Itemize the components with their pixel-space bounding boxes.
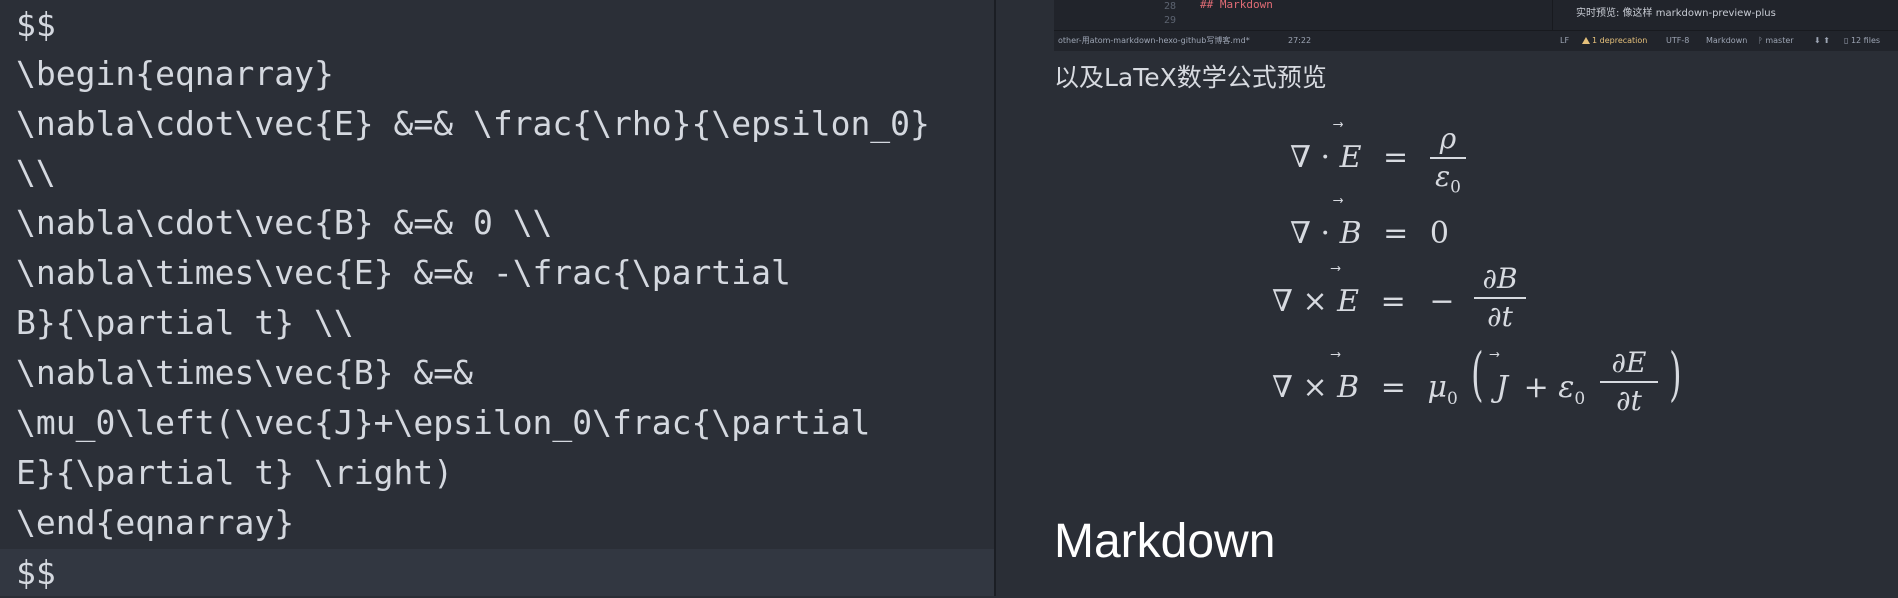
warning-icon xyxy=(1582,37,1590,44)
file-icon: ▯ xyxy=(1844,36,1851,45)
markdown-section-heading: Markdown xyxy=(1054,515,1276,568)
numerator: ∂B xyxy=(1482,262,1518,295)
code-line[interactable]: \nabla\times\vec{E} &=& -\frac{\partial xyxy=(16,248,791,298)
equals-sign: = xyxy=(1380,284,1406,319)
status-line-ending: LF xyxy=(1560,36,1570,45)
status-file-name: other-用atom-markdown-hexo-github写博客.md* xyxy=(1058,36,1250,45)
editor-pane[interactable]: $$ \begin{eqnarray} \nabla\cdot\vec{E} &… xyxy=(0,0,994,596)
vector-j: J xyxy=(1496,370,1508,405)
epsilon-symbol: ε xyxy=(1435,160,1451,193)
embedded-preview-text: 实时预览: 像这样 markdown-preview-plus xyxy=(1576,8,1776,19)
code-line[interactable]: \end{eqnarray} xyxy=(16,498,294,548)
latex-preview-heading: 以及LaTeX数学公式预览 xyxy=(1054,63,1327,92)
embedded-code-snippet: ## Markdown xyxy=(1200,0,1273,11)
code-line[interactable]: \nabla\cdot\vec{B} &=& 0 \\ xyxy=(16,198,552,248)
code-line[interactable]: \begin{eqnarray} xyxy=(16,49,334,99)
denominator: ∂t xyxy=(1487,300,1513,333)
deprecation-label: 1 deprecation xyxy=(1592,36,1648,45)
vector-b: B xyxy=(1340,216,1362,251)
files-label: 12 files xyxy=(1850,36,1881,45)
embedded-status-bar: other-用atom-markdown-hexo-github写博客.md* … xyxy=(1054,30,1898,51)
status-branch: ᚹ master xyxy=(1758,31,1794,51)
equation-curl-e: ∇ × E = − xyxy=(1272,284,1454,319)
left-paren: ( xyxy=(1471,340,1484,408)
vector-b: B xyxy=(1337,370,1359,405)
equation-divergence-b: ∇ · B = 0 xyxy=(1290,216,1449,251)
vector-e: E xyxy=(1340,140,1362,175)
cursor-line-highlight xyxy=(0,549,994,596)
equals-sign: = xyxy=(1383,140,1409,175)
subscript: 0 xyxy=(1574,389,1586,409)
zero-value: 0 xyxy=(1429,216,1449,251)
numerator: ρ xyxy=(1439,122,1457,155)
markdown-preview-pane: 28 29 ## Markdown 实时预览: 像这样 markdown-pre… xyxy=(996,0,1898,596)
line-number: 28 xyxy=(1164,1,1177,12)
code-line[interactable]: \mu_0\left(\vec{J}+\epsilon_0\frac{\part… xyxy=(16,398,870,448)
code-line[interactable]: \\ xyxy=(16,148,56,198)
status-grammar: Markdown xyxy=(1706,36,1748,45)
code-line[interactable]: B}{\partial t} \\ xyxy=(16,298,354,348)
code-line[interactable]: \nabla\times\vec{B} &=& xyxy=(16,348,473,398)
right-paren: ) xyxy=(1669,340,1682,408)
minus-sign: − xyxy=(1429,284,1455,319)
code-line[interactable]: $$ xyxy=(16,548,56,598)
fraction-dE-dt: ∂E ∂t xyxy=(1600,346,1658,418)
fraction-bar xyxy=(1474,297,1526,299)
numerator: ∂E xyxy=(1611,346,1647,379)
nabla-cross-operator: ∇ × xyxy=(1272,284,1328,319)
line-number: 29 xyxy=(1164,15,1177,26)
epsilon-term: ε0 xyxy=(1558,370,1585,409)
epsilon-symbol: ε xyxy=(1558,370,1575,405)
fraction-dB-dt: ∂B ∂t xyxy=(1474,262,1526,334)
status-fetch-arrows: ⬇ ⬆ xyxy=(1814,36,1830,45)
equation-curl-b-inner: J + ε0 xyxy=(1496,370,1585,409)
status-cursor-position: 27:22 xyxy=(1288,36,1312,45)
embedded-screenshot: 28 29 ## Markdown 实时预览: 像这样 markdown-pre… xyxy=(1054,0,1898,30)
nabla-cross-operator: ∇ × xyxy=(1272,370,1328,405)
subscript: 0 xyxy=(1450,177,1461,198)
fraction-rho-epsilon: ρ ε0 xyxy=(1430,122,1466,205)
mu-term: μ0 xyxy=(1427,370,1457,409)
status-encoding: UTF-8 xyxy=(1666,36,1690,45)
equals-sign: = xyxy=(1383,216,1409,251)
code-line[interactable]: E}{\partial t} \right) xyxy=(16,448,453,498)
embedded-divider xyxy=(1552,0,1553,30)
denominator: ε0 xyxy=(1430,160,1466,205)
subscript: 0 xyxy=(1446,389,1458,409)
code-line[interactable]: $$ xyxy=(16,0,56,50)
nabla-dot-operator: ∇ · xyxy=(1290,140,1331,175)
vector-e: E xyxy=(1337,284,1359,319)
plus-sign: + xyxy=(1523,370,1549,405)
equation-divergence-e: ∇ · E = xyxy=(1290,140,1408,175)
branch-label: master xyxy=(1765,36,1794,45)
code-line[interactable]: \nabla\cdot\vec{E} &=& \frac{\rho}{\epsi… xyxy=(16,99,930,149)
status-deprecation: 1 deprecation xyxy=(1582,31,1647,51)
nabla-dot-operator: ∇ · xyxy=(1290,216,1331,251)
status-files: ▯ 12 files xyxy=(1844,31,1880,51)
equation-curl-b: ∇ × B = μ0 xyxy=(1272,370,1458,409)
mu-symbol: μ xyxy=(1427,370,1447,405)
fraction-bar xyxy=(1430,157,1466,159)
fraction-bar xyxy=(1600,381,1658,383)
equals-sign: = xyxy=(1380,370,1406,405)
embedded-line-numbers: 28 29 xyxy=(1164,0,1192,30)
denominator: ∂t xyxy=(1616,384,1642,417)
